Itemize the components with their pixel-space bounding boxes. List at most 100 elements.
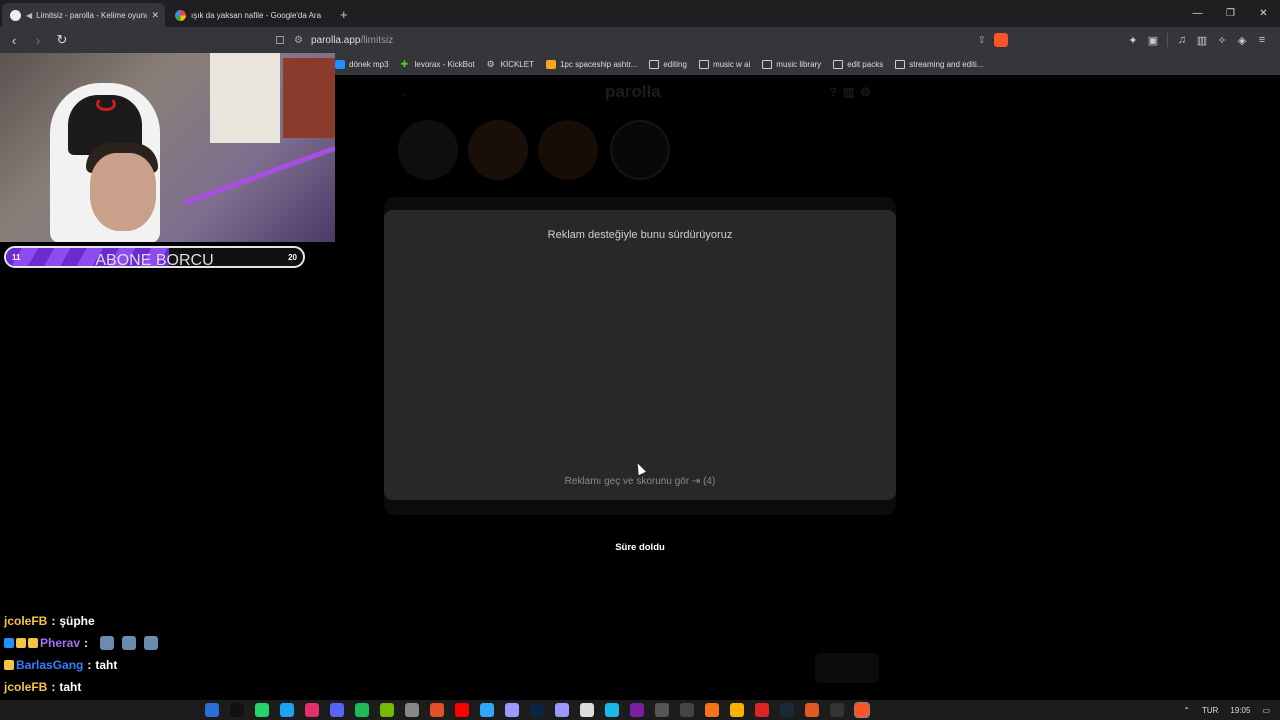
bookmark-music-library[interactable]: music library <box>762 59 821 69</box>
ad-modal: Reklam desteğiyle bunu sürdürüyoruz Rekl… <box>384 210 896 500</box>
taskbar-app-icon[interactable] <box>830 703 844 717</box>
chat-separator: : <box>84 636 89 650</box>
maximize-button[interactable]: ❐ <box>1214 8 1247 19</box>
site-info-icon[interactable]: ⚙ <box>294 35 303 46</box>
taskbar-app-icon[interactable] <box>705 703 719 717</box>
header-icons: ?▥⚙ <box>829 85 877 99</box>
taskbar-app-icon[interactable] <box>255 703 269 717</box>
chat-emote-icon <box>144 636 159 650</box>
window-controls: — ❐ ✕ <box>1181 0 1280 27</box>
bookmark-music-ai[interactable]: music w ai <box>698 59 751 69</box>
taskbar-app-icon[interactable] <box>430 703 444 717</box>
taskbar-app-icon[interactable] <box>455 703 469 717</box>
bookmark-editing[interactable]: editing <box>649 59 687 69</box>
taskbar-app-icon[interactable] <box>205 703 219 717</box>
poster-image <box>210 53 280 143</box>
url-field[interactable]: ⚙ parolla.app /limitsiz ⇪ <box>294 30 1014 50</box>
vpn-icon[interactable]: ◈ <box>1232 34 1252 47</box>
bookmark-label: dönek mp3 <box>349 59 389 69</box>
taskbar-app-icon[interactable] <box>230 703 244 717</box>
url-host: parolla.app <box>310 34 361 46</box>
taskbar-app-icon[interactable] <box>305 703 319 717</box>
language-indicator[interactable]: TUR <box>1202 706 1218 715</box>
taskbar-app-icon[interactable] <box>755 703 769 717</box>
chat-message: BarlasGang: taht <box>4 654 334 676</box>
brave-shields-icon[interactable] <box>994 33 1008 47</box>
taskbar-app-icon[interactable] <box>655 703 669 717</box>
clock[interactable]: 19:05 <box>1230 706 1250 715</box>
bookmark-label: KİCKLET <box>500 59 534 69</box>
bookmark-label: streaming and editi... <box>909 59 984 69</box>
minimize-button[interactable]: — <box>1181 8 1214 19</box>
taskbar-app-icon[interactable] <box>505 703 519 717</box>
tab-title: Limitsiz - parolla - Kelime oyunu <box>36 10 148 20</box>
taskbar-app-icon[interactable] <box>605 703 619 717</box>
taskbar-app-icon[interactable] <box>405 703 419 717</box>
back-icon[interactable]: ‹ <box>4 33 24 48</box>
back-arrow-icon[interactable]: ← <box>400 85 413 100</box>
game-header: ← parolla ?▥⚙ <box>385 75 895 115</box>
wallet-icon[interactable]: ▣ <box>1143 34 1163 47</box>
tray-chevron-icon[interactable]: ⌃ <box>1183 706 1190 715</box>
taskbar-app-icon[interactable] <box>730 703 744 717</box>
bookmark-label: music w ai <box>712 59 751 69</box>
taskbar-apps <box>205 702 880 718</box>
leo-ai-icon[interactable]: ✧ <box>1212 34 1232 47</box>
tab-google[interactable]: ışık da yaksan nafile - Google'da Ara <box>167 3 330 27</box>
sidebar-icon[interactable]: ▥ <box>1192 34 1212 47</box>
chat-username: BarlasGang <box>16 658 84 672</box>
taskbar-app-icon[interactable] <box>480 703 494 717</box>
taskbar-app-icon[interactable] <box>355 703 369 717</box>
chat-message: Pherav: <box>4 632 334 654</box>
extensions-icon[interactable]: ✦ <box>1123 34 1143 47</box>
address-bar: ‹ › ↻ ☐ ⚙ parolla.app /limitsiz ⇪ ✦ ▣ ♫ … <box>0 27 1280 53</box>
google-icon <box>175 9 186 21</box>
toolbar-divider <box>1167 33 1168 47</box>
taskbar-app-icon[interactable] <box>380 703 394 717</box>
close-window-button[interactable]: ✕ <box>1247 8 1280 19</box>
streamer-face <box>90 153 156 231</box>
bookmark-kicklet[interactable]: ⚙ KİCKLET <box>486 58 534 69</box>
music-icon[interactable]: ♫ <box>1172 34 1192 46</box>
reload-icon[interactable]: ↻ <box>52 32 72 48</box>
taskbar-app-icon[interactable] <box>780 703 794 717</box>
taskbar-app-icon[interactable] <box>630 703 644 717</box>
taskbar-app-icon[interactable] <box>580 703 594 717</box>
menu-icon[interactable]: ≡ <box>1252 34 1272 46</box>
chat-text: taht <box>95 658 118 672</box>
letter-circle <box>610 120 670 180</box>
letter-circle <box>538 120 598 180</box>
chat-badge-icon <box>4 660 14 670</box>
tab-parolla[interactable]: ◀ Limitsiz - parolla - Kelime oyunu ✕ <box>2 3 165 27</box>
taskbar-app-icon[interactable] <box>805 703 819 717</box>
extensions-area: ✦ ▣ ♫ ▥ ✧ ◈ ≡ <box>1123 27 1272 53</box>
taskbar-app-icon[interactable] <box>555 703 569 717</box>
kickbot-icon: ✚ <box>400 58 409 69</box>
bookmark-spaceship[interactable]: 1pc spaceship ashtr... <box>545 59 637 69</box>
new-tab-button[interactable]: + <box>340 3 348 27</box>
bookmark-donek[interactable]: dönek mp3 <box>335 59 389 69</box>
notification-icon[interactable]: ▭ <box>1262 706 1270 715</box>
taskbar-app-icon[interactable] <box>854 702 870 718</box>
chat-emote-icon <box>100 636 115 650</box>
share-icon[interactable]: ⇪ <box>978 35 986 46</box>
forward-icon[interactable]: › <box>28 33 48 48</box>
bookmark-streaming[interactable]: streaming and editi... <box>895 59 984 69</box>
dropbox-icon <box>335 59 345 69</box>
chat-separator: : <box>51 614 56 628</box>
bookmark-label: levorax - KickBot <box>414 59 475 69</box>
close-tab-icon[interactable]: ✕ <box>151 10 159 21</box>
taskbar-app-icon[interactable] <box>280 703 294 717</box>
url-path: /limitsiz <box>360 34 394 46</box>
bookmark-edit-packs[interactable]: edit packs <box>833 59 883 69</box>
kicklet-icon: ⚙ <box>486 58 495 69</box>
taskbar-app-icon[interactable] <box>530 703 544 717</box>
taskbar-app-icon[interactable] <box>330 703 344 717</box>
speaker-icon[interactable]: ◀ <box>26 11 32 20</box>
skip-ad-button[interactable]: Reklamı geç ve skorunu gör ⇥ (4) <box>384 476 896 487</box>
chat-text: taht <box>59 680 82 694</box>
bookmark-icon[interactable]: ☐ <box>272 34 288 47</box>
bookmark-kickbot[interactable]: ✚ levorax - KickBot <box>400 58 475 69</box>
taskbar-app-icon[interactable] <box>680 703 694 717</box>
chat-username: jcoleFB <box>4 614 48 628</box>
